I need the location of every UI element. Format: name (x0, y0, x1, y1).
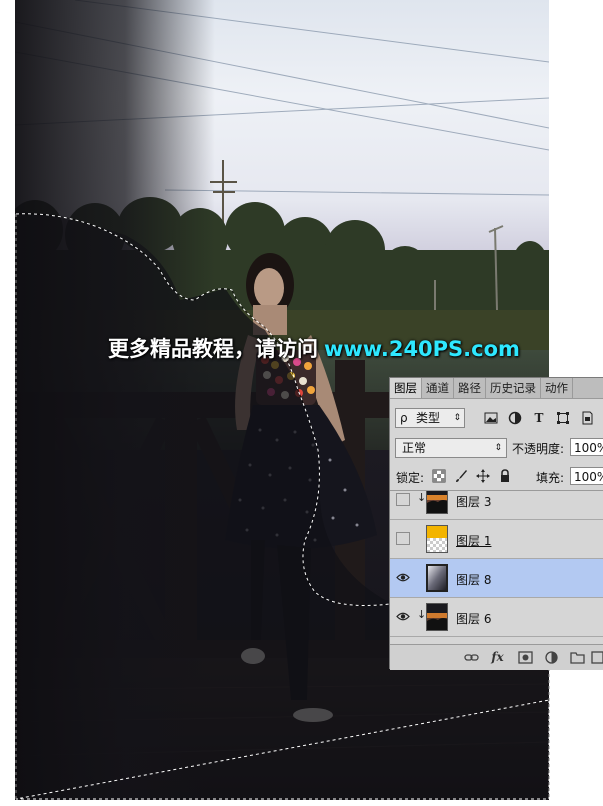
layer-mask-icon[interactable] (518, 650, 533, 665)
group-folder-icon[interactable] (570, 650, 585, 665)
layer-name[interactable]: 图层 3 (456, 493, 491, 510)
layer-thumbnail (426, 491, 448, 514)
visibility-toggle-off[interactable] (396, 493, 410, 506)
updown-arrow-icon: ⇕ (453, 413, 461, 423)
type-filter-icon[interactable]: T (532, 411, 546, 425)
layer-name[interactable]: 图层 8 (456, 571, 491, 588)
layer-filter-row: ρ 类型 ⇕ T (390, 405, 603, 431)
lock-row: 锁定: 填充: 100% (390, 465, 603, 489)
layer-thumbnail (426, 603, 448, 631)
blend-mode-value: 正常 (402, 441, 427, 455)
smart-object-filter-icon[interactable] (580, 411, 594, 425)
image-filter-icon[interactable] (484, 411, 498, 425)
opacity-input[interactable]: 100% (570, 438, 603, 456)
lock-transparent-pixels-icon[interactable] (432, 469, 446, 483)
fill-label: 填充: (536, 471, 565, 485)
tab-channels[interactable]: 通道 (422, 378, 454, 398)
blend-row: 正常 ⇕ 不透明度: 100% (390, 436, 603, 460)
layer-name[interactable]: 图层 6 (456, 610, 491, 627)
updown-arrow-icon: ⇕ (494, 443, 502, 453)
layer-row-3[interactable]: ↓ 图层 3 (390, 491, 603, 520)
new-layer-icon[interactable] (590, 650, 603, 665)
layer-row-6[interactable]: ↓ 图层 6 (390, 598, 603, 637)
layers-panel: 图层 通道 路径 历史记录 动作 ρ 类型 ⇕ T 正常 ⇕ 不透明度: 100… (389, 377, 603, 670)
layer-thumbnail (426, 525, 448, 553)
layer-row-1[interactable]: 图层 1 (390, 520, 603, 559)
adjustment-layer-icon[interactable] (544, 650, 559, 665)
clipping-mask-icon: ↓ (417, 608, 427, 621)
watermark-url: www.240PS.com (324, 337, 520, 361)
eye-icon[interactable] (396, 571, 410, 584)
search-icon: ρ (400, 411, 408, 425)
tab-layers[interactable]: 图层 (390, 378, 422, 398)
tab-actions[interactable]: 动作 (541, 378, 573, 398)
watermark-text: 更多精品教程，请访问 (108, 337, 318, 361)
panel-bottom-bar: fx (390, 644, 603, 670)
shape-filter-icon[interactable] (556, 411, 570, 425)
watermark: 更多精品教程，请访问 www.240PS.com (108, 333, 520, 363)
blend-mode-select[interactable]: 正常 ⇕ (395, 438, 507, 458)
lock-all-icon[interactable] (498, 469, 512, 483)
visibility-toggle-off[interactable] (396, 532, 410, 545)
link-layers-icon[interactable] (464, 650, 479, 665)
fx-icon[interactable]: fx (490, 650, 505, 665)
layer-name[interactable]: 图层 1 (456, 532, 491, 549)
tab-history[interactable]: 历史记录 (486, 378, 541, 398)
tab-paths[interactable]: 路径 (454, 378, 486, 398)
clipping-mask-icon: ↓ (417, 491, 427, 504)
adjustment-filter-icon[interactable] (508, 411, 522, 425)
filter-kind-select[interactable]: ρ 类型 ⇕ (395, 408, 465, 428)
layer-row-8[interactable]: 图层 8 (390, 559, 603, 598)
lock-position-icon[interactable] (476, 469, 490, 483)
filter-kind-label: 类型 (416, 411, 441, 425)
layer-list: ↓ 图层 3 图层 1 图层 8 ↓ 图层 6 (390, 490, 603, 645)
lock-image-pixels-icon[interactable] (454, 469, 468, 483)
layer-thumbnail (426, 564, 448, 592)
panel-tabs: 图层 通道 路径 历史记录 动作 (390, 378, 603, 399)
lock-label: 锁定: (396, 471, 425, 485)
eye-icon[interactable] (396, 610, 410, 623)
opacity-label: 不透明度: (512, 442, 565, 456)
fill-input[interactable]: 100% (570, 467, 603, 485)
